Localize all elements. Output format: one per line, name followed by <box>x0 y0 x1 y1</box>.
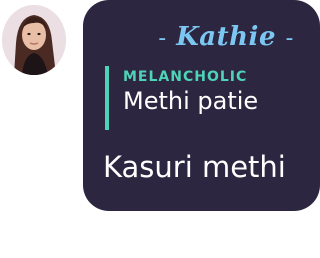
sender-dash-right: - <box>285 26 294 51</box>
chat-message-row: - Kathie - MELANCHOLIC Methi patie Kasur… <box>0 0 320 258</box>
quoted-reply-text: Methi patie <box>123 87 259 115</box>
sender-name-label: - Kathie - <box>83 22 320 52</box>
message-bubble[interactable]: - Kathie - MELANCHOLIC Methi patie Kasur… <box>83 0 320 211</box>
sender-name: Kathie <box>176 22 276 52</box>
quoted-reply[interactable]: MELANCHOLIC Methi patie <box>105 66 305 130</box>
avatar-photo <box>2 5 66 75</box>
message-text: Kasuri methi <box>103 150 286 184</box>
quoted-reply-title: MELANCHOLIC <box>123 69 248 85</box>
sender-dash-left: - <box>158 26 167 51</box>
avatar[interactable] <box>2 5 66 75</box>
